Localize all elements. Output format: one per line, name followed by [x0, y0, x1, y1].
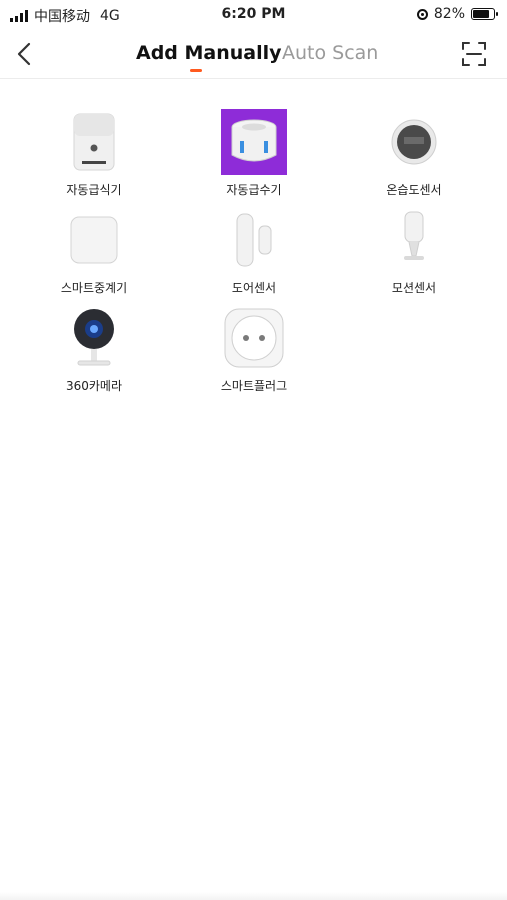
bottom-edge	[0, 892, 507, 900]
battery-icon	[471, 8, 498, 20]
device-item[interactable]: 모션센서	[334, 207, 494, 296]
device-item[interactable]: 도어센서	[174, 207, 334, 296]
pet-feeder-icon	[61, 109, 127, 175]
tab-add-manually[interactable]: Add Manually	[136, 42, 282, 64]
camera-icon	[61, 305, 127, 371]
motion-sensor-icon	[381, 207, 447, 273]
hub-icon	[61, 207, 127, 273]
device-item[interactable]: 스마트중계기	[14, 207, 174, 296]
device-label: 자동급식기	[66, 183, 122, 197]
scan-icon[interactable]	[461, 41, 487, 67]
device-label: 자동급수기	[226, 183, 282, 197]
door-sensor-icon	[221, 207, 287, 273]
active-tab-indicator	[190, 69, 202, 72]
device-item[interactable]: 스마트플러그	[174, 305, 334, 394]
tab-auto-scan[interactable]: Auto Scan	[282, 42, 378, 64]
device-label: 360카메라	[65, 379, 123, 393]
device-label: 모션센서	[391, 281, 437, 295]
device-label: 도어센서	[231, 281, 277, 295]
water-fountain-icon	[221, 109, 287, 175]
back-icon[interactable]	[14, 40, 38, 68]
device-label: 온습도센서	[386, 183, 442, 197]
smart-plug-icon	[221, 305, 287, 371]
device-item[interactable]: 온습도센서	[334, 109, 494, 198]
device-label: 스마트중계기	[60, 281, 128, 295]
status-bar: 中国移动 4G 6:20 PM 82%	[0, 0, 507, 30]
device-item[interactable]: 자동급식기	[14, 109, 174, 198]
device-item[interactable]: 자동급수기	[174, 109, 334, 198]
device-label: 스마트플러그	[220, 379, 288, 393]
header: Add Manually Auto Scan	[0, 30, 507, 79]
orientation-lock-icon	[416, 8, 428, 20]
status-right: 82%	[416, 6, 498, 22]
battery-percent: 82%	[433, 6, 465, 22]
temp-humidity-sensor-icon	[381, 109, 447, 175]
device-item[interactable]: 360카메라	[14, 305, 174, 394]
